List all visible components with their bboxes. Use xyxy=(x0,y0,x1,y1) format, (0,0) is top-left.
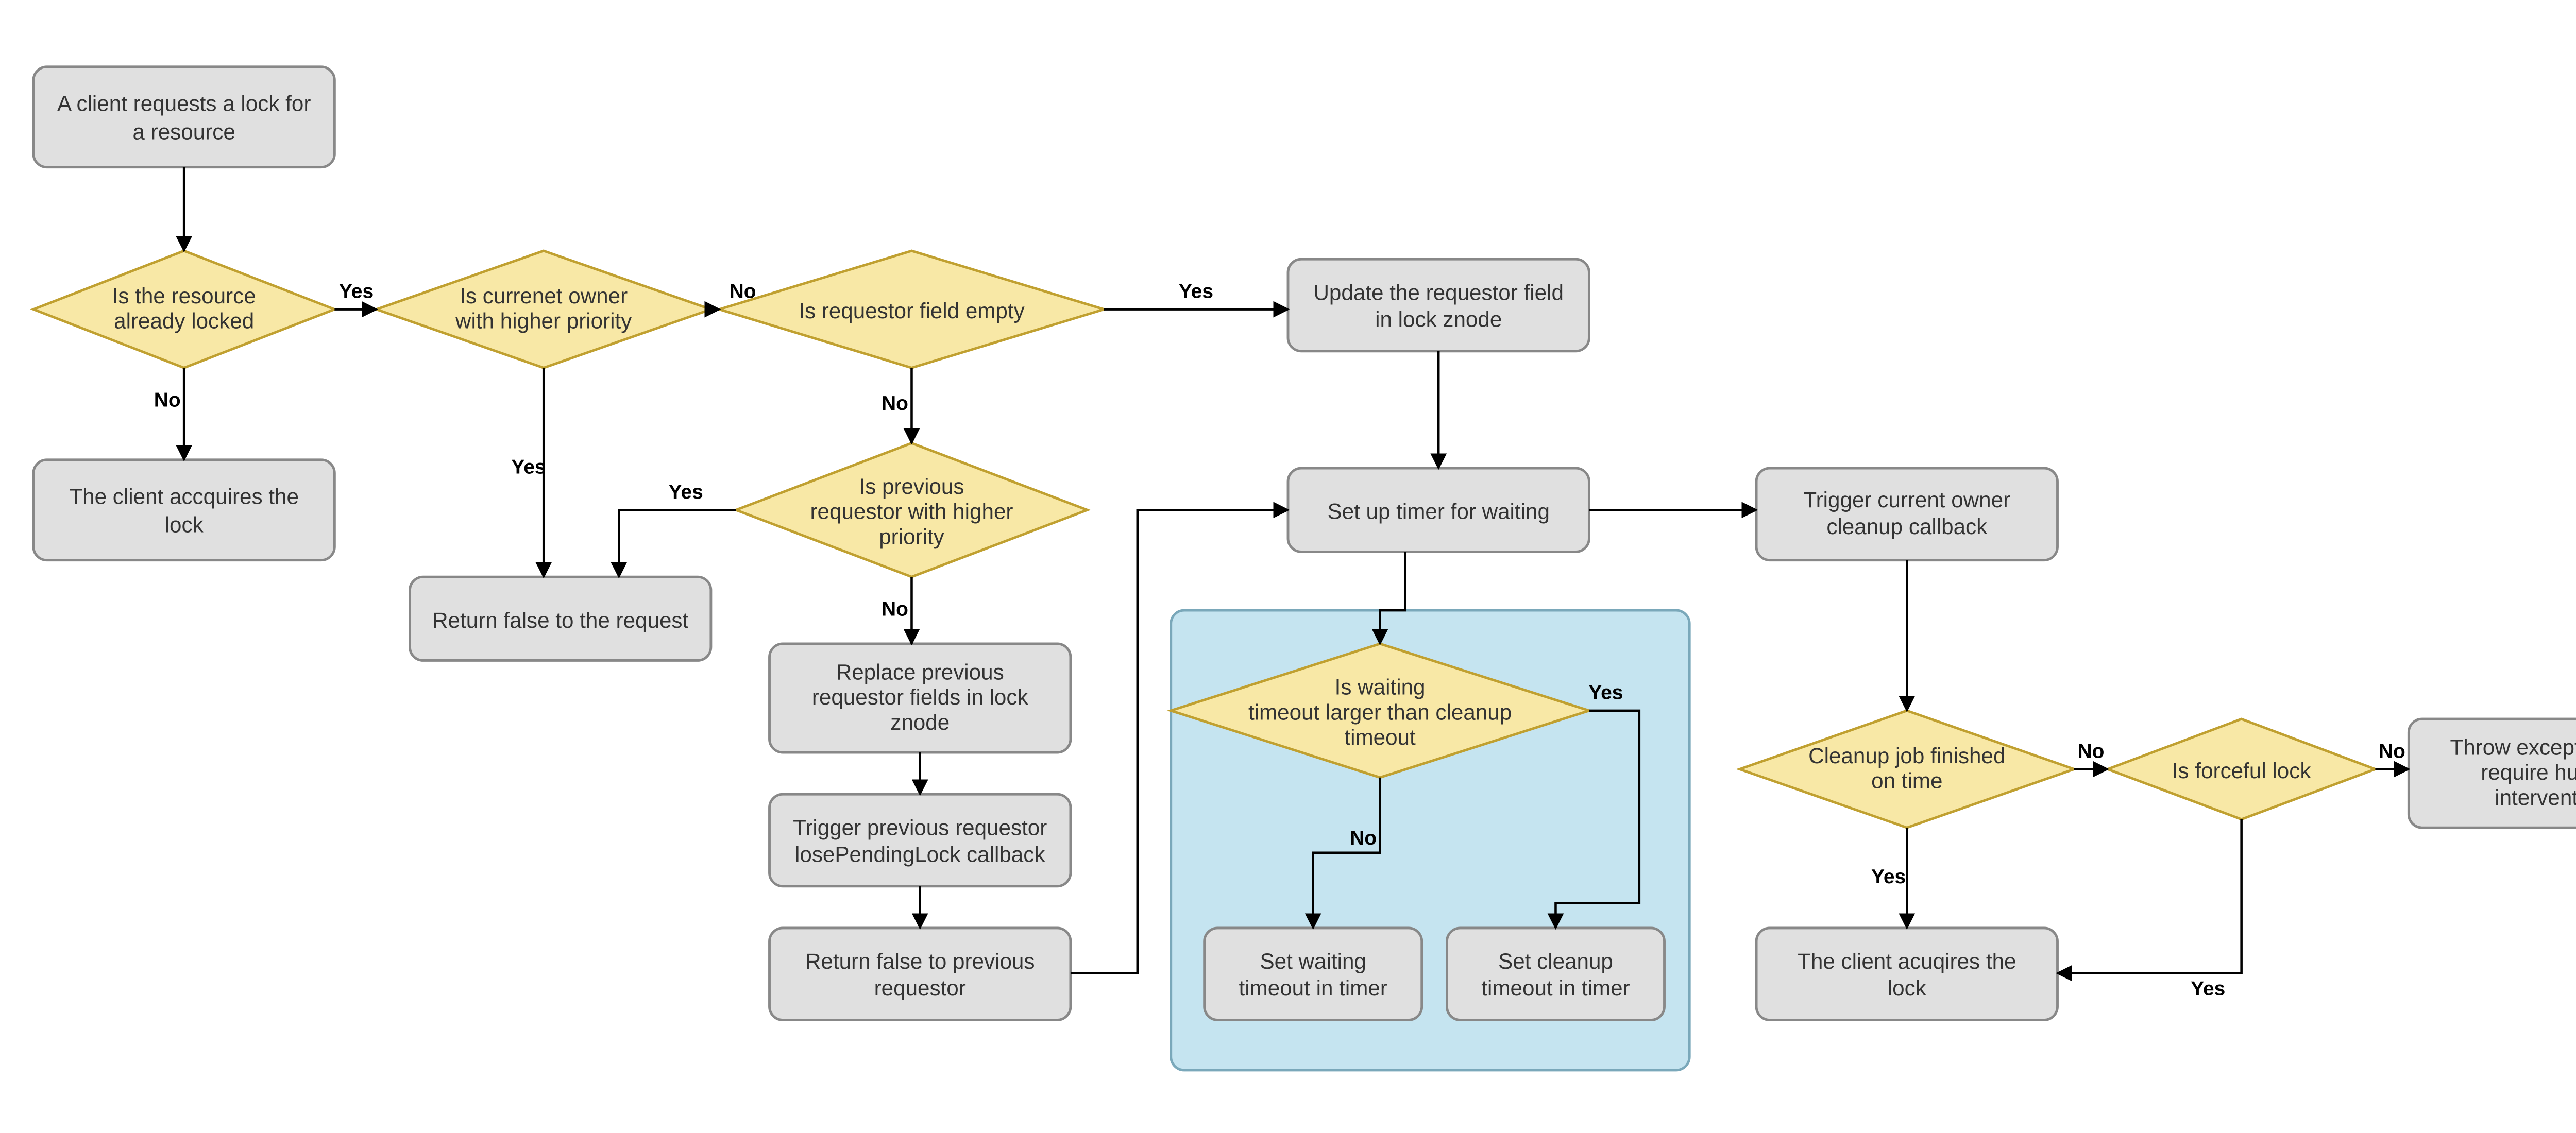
svg-text:Return false to the request: Return false to the request xyxy=(432,608,688,632)
node-p-setclean: Set cleanuptimeout in timer xyxy=(1447,928,1664,1020)
node-p-retfalse: Return false to the request xyxy=(410,577,710,660)
edge-label: Yes xyxy=(2191,977,2225,1000)
node-d-prev-pri: Is previousrequestor with higherpriority xyxy=(736,443,1088,577)
edge-label: No xyxy=(882,392,908,415)
node-p-acquire1: The client accquires thelock xyxy=(33,460,334,560)
node-d-cleanup-ok: Cleanup job finishedon time xyxy=(1740,711,2074,828)
edge-dprevpri-pretfalse xyxy=(619,510,736,577)
node-p-losepend: Trigger previous requestorlosePendingLoc… xyxy=(770,794,1071,886)
edge-label: No xyxy=(2077,740,2104,762)
svg-text:Set up timer for waiting: Set up timer for waiting xyxy=(1327,500,1549,524)
edge-label: Yes xyxy=(511,456,546,478)
node-d-forceful: Is forceful lock xyxy=(2108,719,2375,819)
node-p-retprev: Return false to previousrequestor xyxy=(770,928,1071,1020)
edge-label: Yes xyxy=(1179,280,1213,302)
edge-label: No xyxy=(730,280,756,302)
edge-label: No xyxy=(882,598,908,620)
edge-label: No xyxy=(1350,827,1377,849)
svg-text:Is forceful lock: Is forceful lock xyxy=(2172,759,2312,783)
edge-label: Yes xyxy=(1588,682,1623,704)
node-d-req-empty: Is requestor field empty xyxy=(719,251,1104,368)
node-p-replace: Replace previousrequestor fields in lock… xyxy=(770,644,1071,752)
edge-label: No xyxy=(154,389,181,411)
node-p-acquire2: The client acuqires thelock xyxy=(1756,928,2057,1020)
node-start: A client requests a lock fora resource xyxy=(33,67,334,167)
svg-text:Is the resourcealready locked: Is the resourcealready locked xyxy=(112,284,256,333)
node-p-timer: Set up timer for waiting xyxy=(1288,468,1589,552)
flowchart: A client requests a lock fora resource I… xyxy=(0,0,2576,1104)
node-p-throw: Throw exception andrequire humaninterven… xyxy=(2409,719,2576,828)
node-p-trigclean: Trigger current ownercleanup callback xyxy=(1756,468,2057,560)
edge-label: Yes xyxy=(1871,866,1906,888)
edge-label: Yes xyxy=(339,280,374,302)
svg-text:Is requestor field empty: Is requestor field empty xyxy=(799,299,1025,323)
svg-text:Is currenet ownerwith higher p: Is currenet ownerwith higher priority xyxy=(455,284,632,333)
edge-label: Yes xyxy=(669,481,703,503)
edge-dforceful-pacquire2 xyxy=(2057,819,2241,973)
node-d-owner-pri: Is currenet ownerwith higher priority xyxy=(377,251,711,368)
node-p-setwait: Set waitingtimeout in timer xyxy=(1205,928,1422,1020)
node-p-update: Update the requestor fieldin lock znode xyxy=(1288,259,1589,351)
edge-label: No xyxy=(2379,740,2405,762)
node-d-locked: Is the resourcealready locked xyxy=(33,251,334,368)
